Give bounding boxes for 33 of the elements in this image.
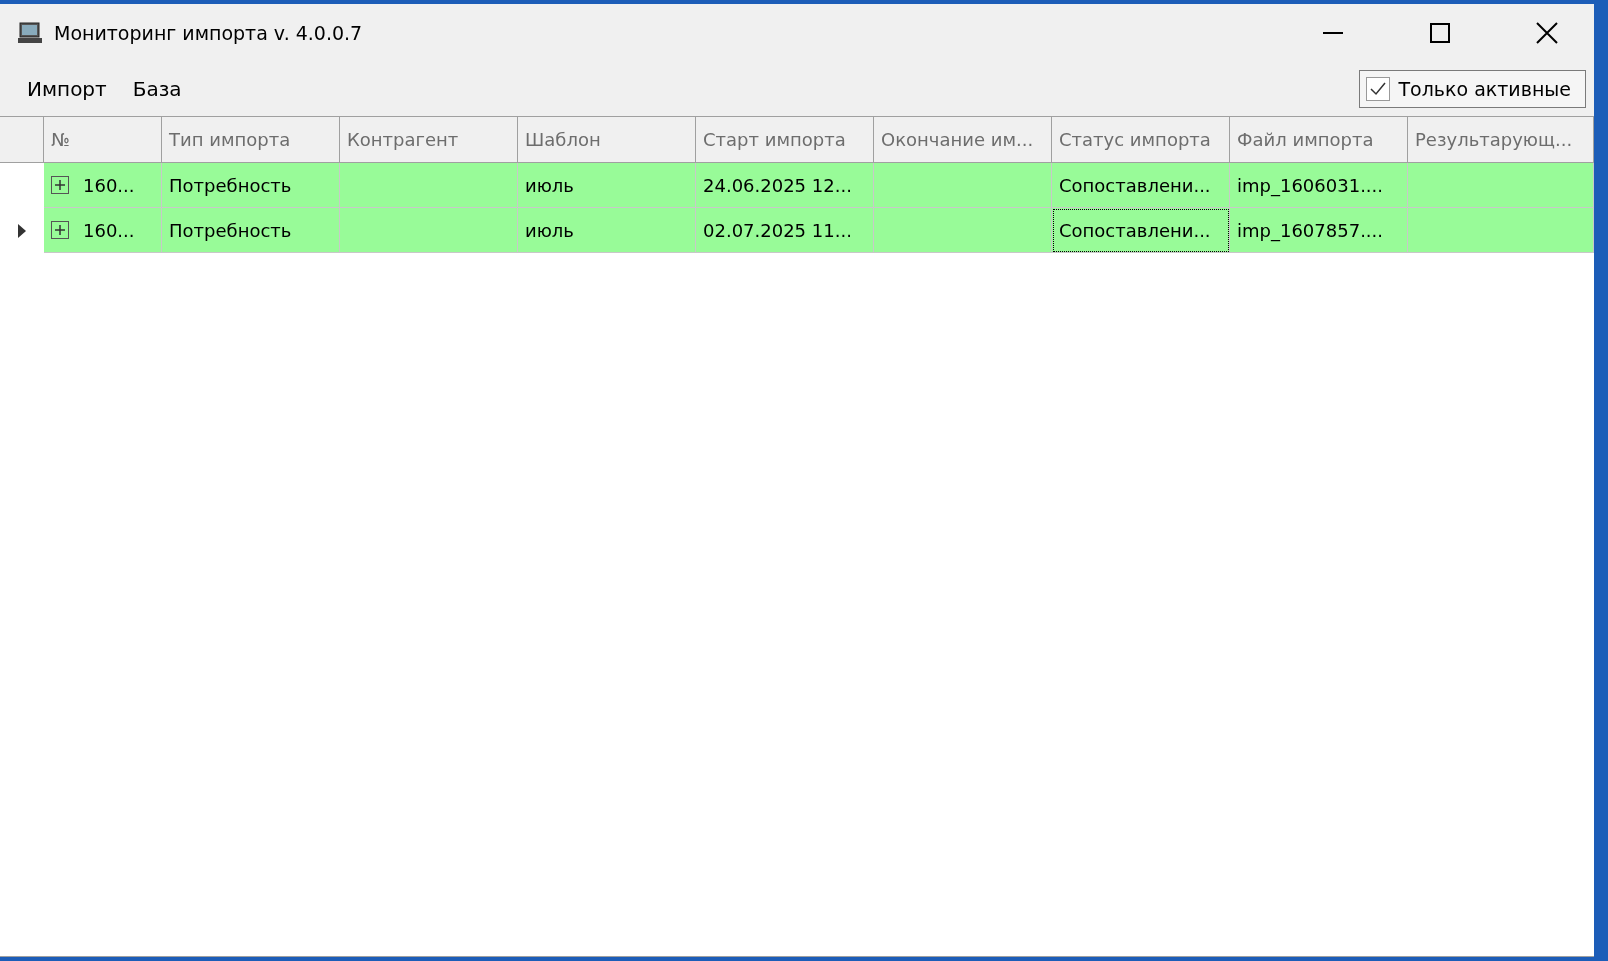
- minimize-icon: [1322, 32, 1343, 34]
- column-header[interactable]: Результарующ...: [1408, 117, 1594, 163]
- window-title: Мониторинг импорта v. 4.0.0.7: [54, 22, 364, 44]
- table-cell: Потребность: [162, 208, 340, 253]
- column-header[interactable]: Контрагент: [340, 117, 518, 163]
- column-header[interactable]: Шаблон: [518, 117, 696, 163]
- column-header[interactable]: №: [44, 117, 162, 163]
- column-header[interactable]: Файл импорта: [1230, 117, 1408, 163]
- checkmark-icon: [1370, 82, 1387, 96]
- table-cell: 160...: [44, 208, 162, 253]
- table-cell: Сопоставлени...: [1052, 163, 1230, 208]
- table-cell: июль: [518, 163, 696, 208]
- active-only-checkbox[interactable]: Только активные: [1359, 70, 1586, 108]
- column-header[interactable]: Тип импорта: [162, 117, 340, 163]
- table-cell: imp_1607857....: [1230, 208, 1408, 253]
- close-icon: [1535, 22, 1558, 44]
- table-cell: июль: [518, 208, 696, 253]
- column-header[interactable]: Старт импорта: [696, 117, 874, 163]
- expand-icon[interactable]: [51, 176, 69, 194]
- column-header[interactable]: Окончание им...: [874, 117, 1052, 163]
- menu-item[interactable]: База: [119, 71, 195, 107]
- table-cell: imp_1606031....: [1230, 163, 1408, 208]
- current-row-icon: [18, 223, 26, 238]
- table-cell: 02.07.2025 11...: [696, 208, 874, 253]
- column-header[interactable]: Статус импорта: [1052, 117, 1230, 163]
- menu-item[interactable]: Импорт: [14, 71, 120, 107]
- table-cell: Потребность: [162, 163, 340, 208]
- table-cell: 24.06.2025 12...: [696, 163, 874, 208]
- monitor-icon: [18, 22, 42, 44]
- maximize-icon: [1429, 23, 1450, 43]
- table-cell: Сопоставлени...: [1052, 208, 1230, 253]
- table-cell: 160...: [44, 163, 162, 208]
- expand-icon[interactable]: [51, 221, 69, 239]
